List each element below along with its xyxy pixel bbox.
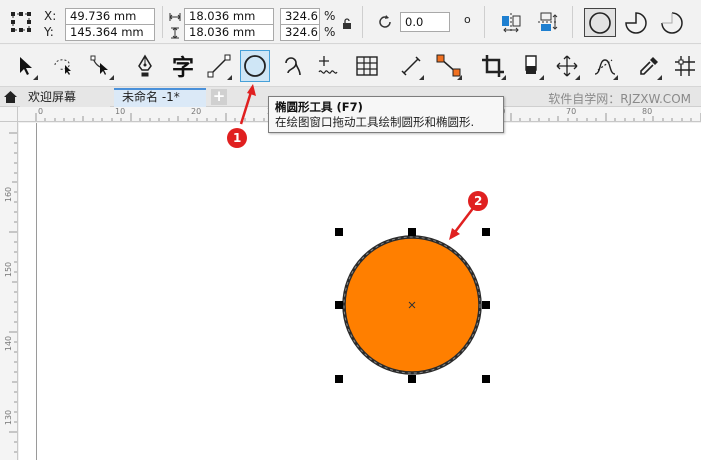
interactive-tool-button[interactable]	[314, 50, 344, 82]
separator	[484, 6, 485, 38]
flyout-corner-icon	[613, 75, 618, 80]
dimension-tool-button[interactable]	[396, 50, 426, 82]
spiral-tool-button[interactable]	[278, 50, 308, 82]
ruler-origin[interactable]	[0, 107, 18, 122]
lock-ratio-icon[interactable]	[340, 16, 354, 32]
pan-tool-button[interactable]	[552, 50, 582, 82]
flyout-corner-icon	[657, 75, 662, 80]
property-bar: X: 49.736 mm Y: 145.364 mm 18.036 mm 18.…	[0, 0, 701, 44]
flyout-corner-icon	[501, 75, 506, 80]
tooltip-title: 椭圆形工具 (F7)	[275, 100, 363, 114]
arc-mode-button[interactable]	[656, 8, 688, 37]
vertical-ruler[interactable]: 160 150 140 130	[0, 122, 18, 460]
ruler-label-0: 0	[38, 107, 44, 116]
eraser-tool-button[interactable]	[516, 50, 546, 82]
ruler-label-160: 160	[4, 186, 14, 203]
tooltip-description: 在绘图窗口拖动工具绘制圆形和椭圆形.	[275, 115, 475, 129]
flyout-corner-icon	[419, 75, 424, 80]
x-label: X:	[44, 9, 57, 23]
add-tab-button[interactable]: +	[211, 89, 227, 105]
scale-y-field[interactable]: 324.6	[280, 24, 320, 41]
ruler-label-70: 70	[566, 107, 577, 116]
ruler-label-20: 20	[191, 107, 202, 116]
annotation-marker-2-label: 2	[474, 194, 483, 208]
table-tool-button[interactable]	[352, 50, 382, 82]
rotate-icon	[375, 12, 395, 32]
flyout-corner-icon	[33, 75, 38, 80]
separator	[362, 6, 363, 38]
text-tool-button[interactable]: 字	[168, 50, 198, 82]
flyout-corner-icon	[457, 75, 462, 80]
text-tool-glyph-icon: 字	[171, 56, 194, 81]
toolbox: 字	[0, 45, 701, 87]
pie-mode-button[interactable]	[620, 8, 652, 37]
pick-tool-button[interactable]	[10, 50, 40, 82]
page-border	[36, 123, 37, 460]
rotation-angle-field[interactable]: 0.0	[400, 12, 450, 32]
width-field[interactable]: 18.036 mm	[184, 8, 274, 25]
flyout-corner-icon	[575, 75, 580, 80]
separator	[572, 6, 573, 38]
effects-tool-button[interactable]	[590, 50, 620, 82]
annotation-marker-1-label: 1	[233, 131, 242, 145]
y-position-field[interactable]: 145.364 mm	[65, 24, 155, 41]
connector-tool-button[interactable]	[434, 50, 464, 82]
ellipse-mode-button[interactable]	[584, 8, 616, 37]
x-position-field[interactable]: 49.736 mm	[65, 8, 155, 25]
grid-snap-tool-button[interactable]	[670, 50, 700, 82]
scale-y-percent: %	[324, 25, 336, 39]
site-watermark: 软件自学网：RJZXW.COM	[548, 92, 691, 106]
home-icon[interactable]	[3, 90, 17, 104]
shape-tool-button[interactable]	[86, 50, 116, 82]
ruler-label-130: 130	[4, 409, 14, 426]
separator	[162, 6, 163, 38]
mirror-horizontal-icon[interactable]	[498, 10, 524, 34]
flyout-corner-icon	[109, 75, 114, 80]
degree-symbol: o	[464, 13, 471, 26]
width-icon	[168, 9, 182, 24]
crop-tool-button[interactable]	[478, 50, 508, 82]
height-field[interactable]: 18.036 mm	[184, 24, 274, 41]
ruler-label-10: 10	[115, 107, 126, 116]
height-icon	[168, 25, 182, 40]
freehand-pick-tool-button[interactable]	[48, 50, 78, 82]
tab-welcome-screen[interactable]: 欢迎屏幕	[20, 88, 110, 107]
flyout-corner-icon	[539, 75, 544, 80]
ellipse-tool-tooltip: 椭圆形工具 (F7) 在绘图窗口拖动工具绘制圆形和椭圆形.	[268, 96, 504, 133]
scale-x-field[interactable]: 324.6	[280, 8, 320, 25]
mirror-vertical-icon[interactable]	[534, 10, 560, 34]
ruler-label-80: 80	[642, 107, 653, 116]
line-tool-button[interactable]	[204, 50, 234, 82]
pen-tool-button[interactable]	[130, 50, 160, 82]
scale-x-percent: %	[324, 9, 336, 23]
tab-untitled-document[interactable]: 未命名 -1*	[114, 88, 206, 107]
object-origin-icon[interactable]	[8, 9, 34, 35]
ellipse-tool-button[interactable]	[240, 50, 270, 82]
eyedropper-tool-button[interactable]	[634, 50, 664, 82]
y-label: Y:	[44, 25, 54, 39]
flyout-corner-icon	[227, 75, 232, 80]
ruler-label-150: 150	[4, 261, 14, 278]
drawing-canvas[interactable]	[19, 123, 701, 460]
ruler-label-140: 140	[4, 335, 14, 352]
